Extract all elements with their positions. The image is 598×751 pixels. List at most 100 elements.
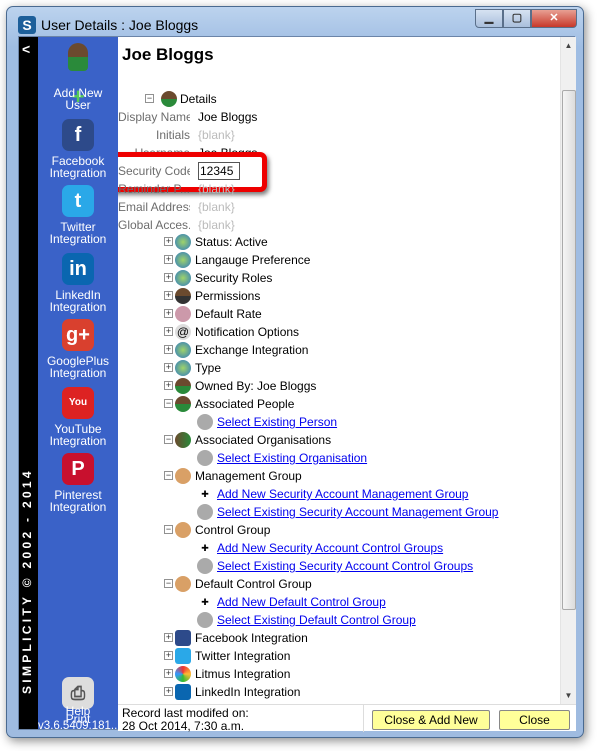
facebook-icon: f <box>62 119 94 151</box>
sidebar-label: Integration <box>49 434 107 448</box>
tree-node[interactable]: + Status: Active <box>164 233 560 251</box>
tree-link-row[interactable]: ✚ Add New Security Account Control Groups <box>197 539 560 557</box>
last-modified-status: Record last modifed on: 28 Oct 2014, 7:3… <box>122 707 249 733</box>
tree-label: Status: Active <box>195 235 268 249</box>
expand-icon[interactable]: + <box>164 273 173 282</box>
tree-node[interactable]: + @ Notification Options <box>164 323 560 341</box>
collapse-icon[interactable]: − <box>164 525 173 534</box>
sidebar-item-youtube[interactable]: You YouTube Integration <box>38 387 118 447</box>
plus-icon: ✚ <box>201 489 209 499</box>
close-button[interactable]: Close <box>499 710 570 730</box>
expand-icon[interactable]: + <box>164 309 173 318</box>
expand-icon[interactable]: + <box>164 669 173 678</box>
tree-link[interactable]: Add New Security Account Management Grou… <box>217 485 468 503</box>
scroll-down-icon[interactable]: ▼ <box>561 691 576 700</box>
collapse-icon[interactable]: − <box>145 94 154 103</box>
collapse-icon[interactable]: − <box>164 399 173 408</box>
tree-link-row[interactable]: Select Existing Security Account Managem… <box>197 503 560 521</box>
tree-label: Default Control Group <box>195 577 312 591</box>
expand-icon[interactable]: + <box>164 291 173 300</box>
tree-node[interactable]: + Litmus Integration <box>164 665 560 683</box>
tree-label: Default Rate <box>195 307 262 321</box>
user-icon <box>175 378 191 394</box>
tree-node[interactable]: − Management Group <box>164 467 560 485</box>
details-panel: Joe Bloggs − Details Display Name Joe Blogg… <box>118 37 560 704</box>
sidebar-label: Integration <box>49 166 107 180</box>
vertical-scrollbar[interactable]: ▲ ▼ <box>560 37 576 704</box>
tree-node[interactable]: + LinkedIn Integration <box>164 683 560 701</box>
field-label: Email Address <box>118 200 190 214</box>
tree-link[interactable]: Select Existing Security Account Managem… <box>217 503 498 521</box>
facebook-icon <box>175 630 191 646</box>
help-link[interactable]: Help <box>38 705 118 717</box>
tree-node[interactable]: + Type <box>164 359 560 377</box>
scroll-up-icon[interactable]: ▲ <box>561 41 576 50</box>
sidebar-item-linkedin[interactable]: in LinkedIn Integration <box>38 253 118 313</box>
sidebar-item-facebook[interactable]: f Facebook Integration <box>38 119 118 179</box>
tree-link-row[interactable]: Select Existing Security Account Control… <box>197 557 560 575</box>
tree-link-row[interactable]: ✚ Add New Security Account Management Gro… <box>197 485 560 503</box>
tree-node[interactable]: + Twitter Integration <box>164 647 560 665</box>
tree-node[interactable]: + Facebook Integration <box>164 629 560 647</box>
tree-label: Litmus Integration <box>195 667 291 681</box>
status-date: 28 Oct 2014, 7:30 a.m. <box>122 719 245 733</box>
tree-link[interactable]: Select Existing Person <box>217 413 337 431</box>
expand-icon[interactable]: + <box>164 327 173 336</box>
field-label: Initials <box>155 128 190 142</box>
expand-icon[interactable]: + <box>164 687 173 696</box>
tree-link[interactable]: Add New Default Control Group <box>217 593 386 611</box>
handshake-icon <box>175 576 191 592</box>
expand-icon[interactable]: + <box>164 651 173 660</box>
tree-node[interactable]: − Default Control Group <box>164 575 560 593</box>
twitter-icon <box>175 648 191 664</box>
at-icon: @ <box>175 324 191 340</box>
tree-link[interactable]: Select Existing Security Account Control… <box>217 557 473 575</box>
googleplus-icon: g+ <box>62 319 94 351</box>
tree-link-row[interactable]: Select Existing Default Control Group <box>197 611 560 629</box>
tree-link-row[interactable]: Select Existing Organisation <box>197 449 560 467</box>
expand-icon[interactable]: + <box>164 255 173 264</box>
tree-node[interactable]: + Security Roles <box>164 269 560 287</box>
tree-node[interactable]: − Control Group <box>164 521 560 539</box>
collapse-icon[interactable]: − <box>164 579 173 588</box>
expand-icon[interactable]: + <box>164 633 173 642</box>
user-details-window: S User Details : Joe Bloggs ▁ ▢ ✕ < SIMP… <box>6 6 584 738</box>
tree-link-row[interactable]: Select Existing Person <box>197 413 560 431</box>
minimize-button[interactable]: ▁ <box>475 9 503 28</box>
close-and-add-new-button[interactable]: Close & Add New <box>372 710 490 730</box>
sidebar-item-pinterest[interactable]: P Pinterest Integration <box>38 453 118 513</box>
tree-label: Associated Organisations <box>195 433 332 447</box>
scroll-thumb[interactable] <box>562 90 576 610</box>
sidebar-item-googleplus[interactable]: g+ GooglePlus Integration <box>38 319 118 379</box>
tree-node[interactable]: + Owned By: Joe Bloggs <box>164 377 560 395</box>
maximize-button[interactable]: ▢ <box>503 9 531 28</box>
tree-label: Facebook Integration <box>195 631 308 645</box>
tree-link[interactable]: Select Existing Organisation <box>217 449 367 467</box>
sidebar-item-twitter[interactable]: t Twitter Integration <box>38 185 118 245</box>
expand-icon[interactable]: + <box>164 363 173 372</box>
expand-icon[interactable]: + <box>164 345 173 354</box>
tree-node[interactable]: − Associated People <box>164 395 560 413</box>
globe-icon <box>175 234 191 250</box>
security-code-input[interactable]: 12345 <box>198 162 240 180</box>
tree-link-row[interactable]: ✚ Add New Default Control Group <box>197 593 560 611</box>
tree-node[interactable]: + Langauge Preference <box>164 251 560 269</box>
litmus-icon <box>175 666 191 682</box>
tree-label: Security Roles <box>195 271 273 285</box>
expand-icon[interactable]: + <box>164 237 173 246</box>
expand-icon[interactable]: + <box>164 381 173 390</box>
tree-label: Type <box>195 361 222 375</box>
tree-link[interactable]: Add New Security Account Control Groups <box>217 539 443 557</box>
sidebar-item-add-user[interactable]: + Add New User <box>38 43 118 111</box>
collapse-sidebar-icon[interactable]: < <box>22 41 30 57</box>
tree-node[interactable]: + Permissions <box>164 287 560 305</box>
tree-node[interactable]: + Exchange Integration <box>164 341 560 359</box>
tree-node[interactable]: − Associated Organisations <box>164 431 560 449</box>
close-window-button[interactable]: ✕ <box>531 9 577 28</box>
tree-link[interactable]: Select Existing Default Control Group <box>217 611 416 629</box>
collapse-icon[interactable]: − <box>164 471 173 480</box>
collapse-icon[interactable]: − <box>164 435 173 444</box>
page-title: Joe Bloggs <box>122 45 214 64</box>
details-node[interactable]: − Details <box>145 90 345 108</box>
tree-node[interactable]: + Default Rate <box>164 305 560 323</box>
